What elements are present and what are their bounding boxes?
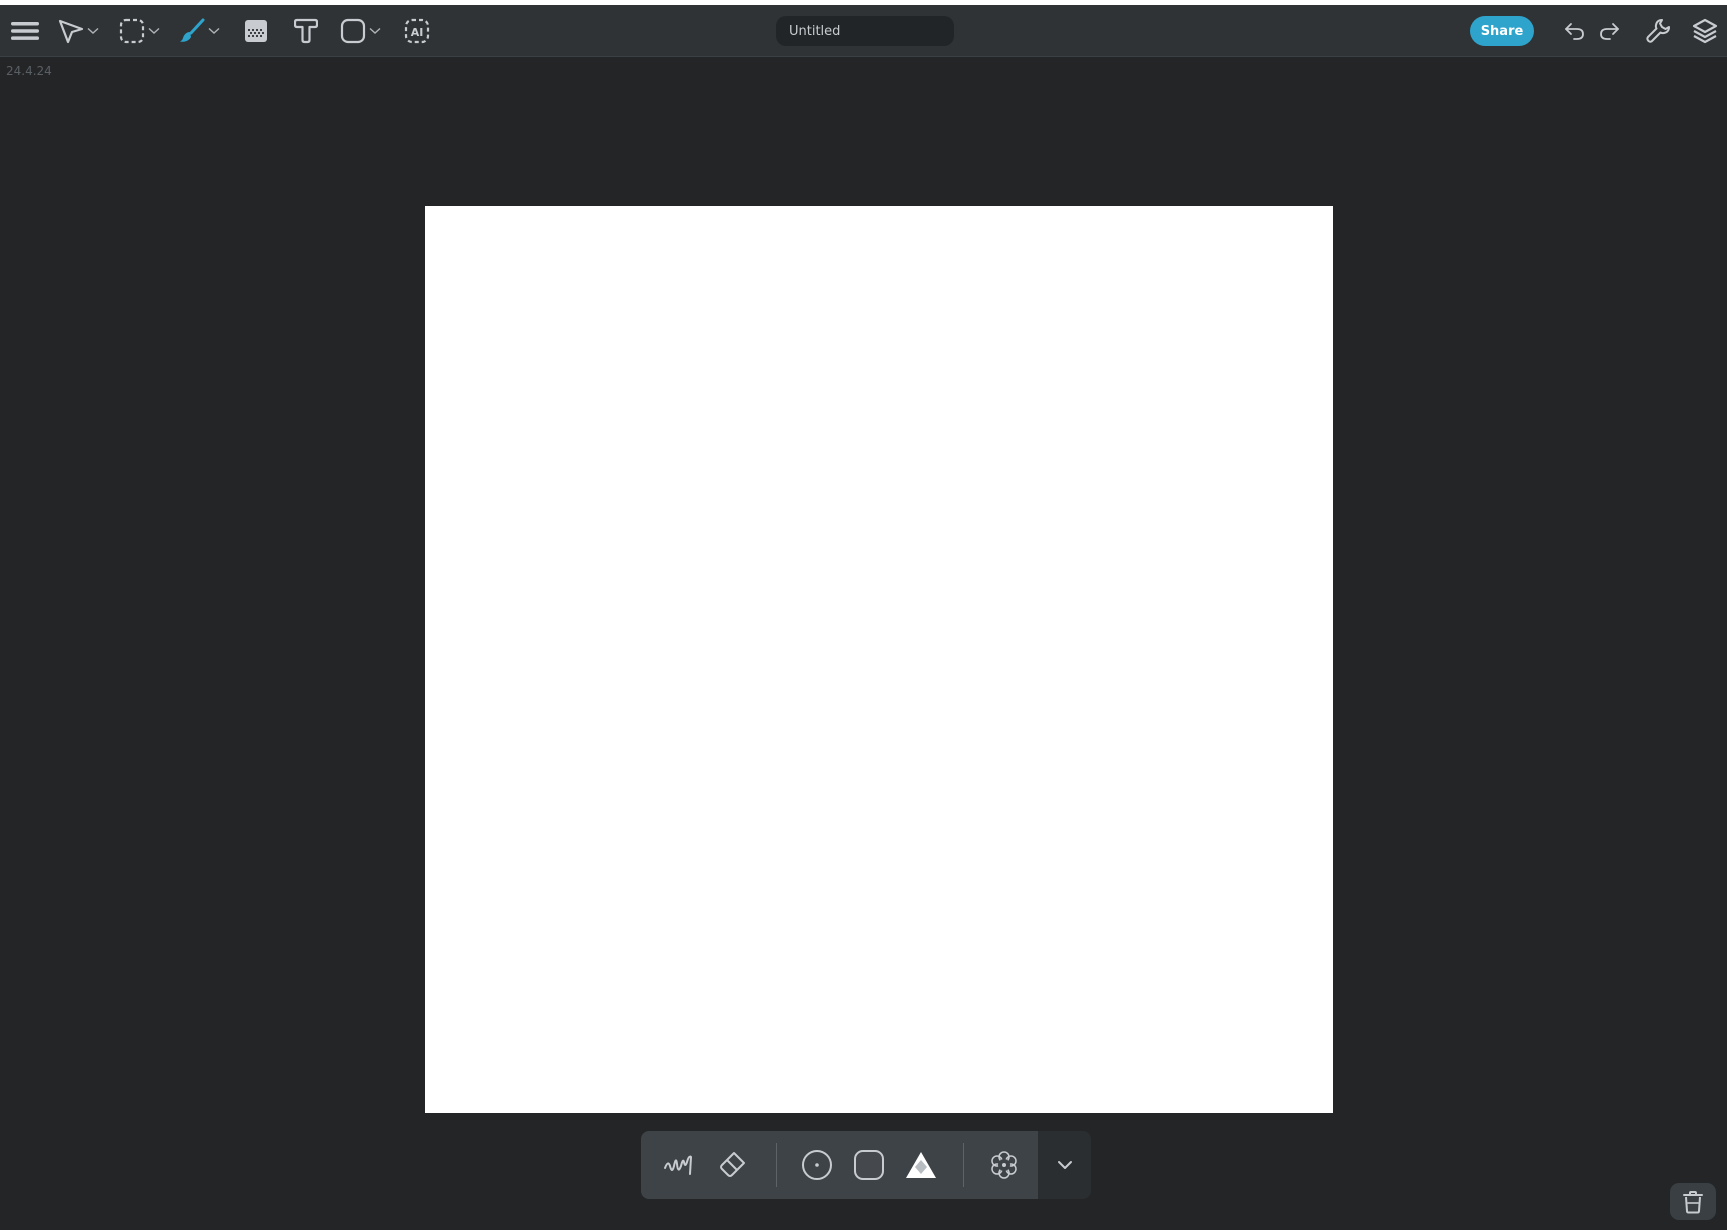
top-toolbar: AI Share: [0, 5, 1727, 57]
brush-tool-button[interactable]: [179, 5, 220, 57]
toolbar-divider: [776, 1143, 777, 1187]
pointer-arrow-icon: [58, 19, 84, 44]
text-tool-button[interactable]: [294, 5, 318, 57]
share-button[interactable]: Share: [1470, 16, 1534, 46]
redo-button[interactable]: [1598, 5, 1620, 57]
marquee-select-button[interactable]: [119, 5, 160, 57]
eraser-button[interactable]: [707, 1131, 757, 1199]
version-label: 24.4.24: [6, 64, 52, 78]
squiggle-icon: [664, 1155, 692, 1175]
layers-button[interactable]: [1692, 5, 1718, 57]
text-t-icon: [294, 18, 318, 44]
shape-tool-button[interactable]: [340, 5, 381, 57]
expand-toolbar-button[interactable]: [1038, 1131, 1091, 1199]
fill-pattern-icon: [245, 20, 267, 42]
circle-dot-icon: [802, 1150, 832, 1180]
flower-gear-icon: [991, 1151, 1017, 1179]
document-title-input[interactable]: [776, 16, 954, 46]
chevron-down-icon[interactable]: [148, 27, 160, 35]
rounded-square-icon: [340, 18, 366, 44]
dashed-square-icon: [119, 18, 145, 44]
settings-button[interactable]: [1645, 5, 1671, 57]
brush-stroke-button[interactable]: [653, 1131, 703, 1199]
undo-icon: [1565, 23, 1584, 40]
chevron-down-icon[interactable]: [87, 27, 99, 35]
triangle-opacity-icon: [906, 1152, 936, 1178]
menu-button[interactable]: [11, 5, 39, 57]
toolbar-divider: [963, 1143, 964, 1187]
trash-icon: [1683, 1190, 1703, 1213]
brush-settings-button[interactable]: [979, 1131, 1029, 1199]
chevron-down-icon[interactable]: [208, 27, 220, 35]
select-tool-button[interactable]: [58, 5, 99, 57]
layers-icon: [1692, 18, 1718, 44]
brush-toolbar: [641, 1131, 1091, 1199]
undo-button[interactable]: [1564, 5, 1586, 57]
chevron-down-icon: [1057, 1161, 1072, 1169]
drawing-canvas[interactable]: [425, 206, 1333, 1113]
textured-square-icon: [854, 1150, 884, 1180]
fill-tool-button[interactable]: [244, 5, 268, 57]
brush-texture-button[interactable]: [844, 1131, 894, 1199]
ai-dashed-icon: AI: [404, 18, 430, 44]
chevron-down-icon[interactable]: [369, 27, 381, 35]
redo-icon: [1600, 23, 1619, 40]
brush-opacity-button[interactable]: [896, 1131, 946, 1199]
brush-size-button[interactable]: [792, 1131, 842, 1199]
paintbrush-icon: [180, 18, 205, 42]
wrench-icon: [1646, 19, 1670, 43]
svg-text:AI: AI: [411, 26, 424, 39]
brush-toolbar-main: [641, 1131, 1038, 1199]
ai-tool-button[interactable]: AI: [404, 5, 430, 57]
hamburger-menu-icon: [11, 22, 39, 40]
trash-button[interactable]: [1670, 1183, 1716, 1220]
eraser-icon: [720, 1152, 745, 1177]
